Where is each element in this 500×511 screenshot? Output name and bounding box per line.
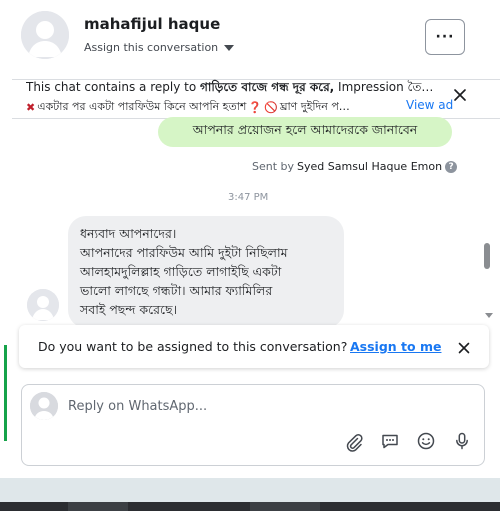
sender-name: Syed Samsul Haque Emon (297, 160, 443, 173)
microphone-icon[interactable] (452, 431, 472, 451)
ad-reply-prefix: This chat contains a reply to (26, 80, 200, 94)
caret-down-icon (224, 44, 235, 51)
ad-snippet-text-2: ঘ্রাণ দুইদিন প… (279, 100, 350, 113)
message-timestamp: 3:47 PM (228, 192, 269, 203)
default-avatar-icon (27, 289, 59, 321)
info-icon[interactable]: ? (445, 160, 458, 173)
prohibited-icon: 🚫 (264, 101, 278, 114)
taskbar-item[interactable] (68, 502, 128, 511)
taskbar-item[interactable] (250, 502, 320, 511)
question-mark-icon: ❓ (248, 101, 263, 114)
close-icon[interactable] (456, 340, 472, 356)
message-line: আলহামদুলিল্লাহ গাড়িতে লাগাইছি একটা (80, 264, 282, 279)
default-avatar-icon (21, 11, 69, 59)
message-line: ভালো লাগছে গন্ধটা। আমার ফ্যামিলির (80, 283, 273, 298)
incoming-message: ধন্যবাদ আপনাদের। আপনাদের পারফিউম আমি দুই… (68, 216, 344, 328)
reply-input[interactable] (64, 392, 372, 420)
paperclip-icon[interactable] (344, 432, 364, 452)
close-icon[interactable] (452, 87, 468, 103)
view-ad-link[interactable]: View ad (404, 98, 454, 112)
comment-icon[interactable] (380, 431, 400, 451)
scroll-down-arrow-icon[interactable] (485, 313, 493, 318)
accent-strip (4, 345, 7, 441)
ad-reply-title: This chat contains a reply to গাড়িতে বা… (26, 79, 492, 99)
outgoing-message: আপনার প্রয়োজন হলে আমাদেরকে জানাবেন (158, 117, 452, 147)
emoji-icon[interactable] (416, 431, 436, 451)
ad-snippet-text: একটার পর একটা পারফিউম কিনে আপনি হতাশ (37, 100, 247, 113)
ad-title: গাড়িতে বাজে গন্ধ দূর করে, (199, 80, 335, 94)
message-line: সবাই পছন্দ করেছে। (80, 302, 178, 317)
assign-prompt-question: Do you want to be assigned to this conve… (38, 339, 348, 354)
more-options-button[interactable]: ··· (425, 19, 465, 55)
contact-name: mahafijul haque (84, 15, 221, 33)
assign-conversation-label: Assign this conversation (84, 41, 219, 54)
ad-reply-snippet: ✖ একটার পর একটা পারফিউম কিনে আপনি হতাশ ❓… (26, 98, 456, 117)
cross-mark-icon: ✖ (26, 101, 36, 114)
message-line: আপনাদের পারফিউম আমি দুইটা নিছিলাম (80, 245, 288, 260)
incoming-sender-avatar (27, 289, 59, 321)
page-footer (0, 478, 500, 502)
assign-conversation-dropdown[interactable]: Assign this conversation (84, 41, 235, 54)
message-line: ধন্যবাদ আপনাদের। (80, 226, 177, 241)
sent-by-prefix: Sent by (252, 160, 295, 173)
contact-avatar[interactable] (21, 11, 69, 59)
default-avatar-icon (30, 392, 58, 420)
scrollbar-thumb[interactable] (484, 243, 490, 269)
os-taskbar (0, 502, 500, 511)
composer-avatar (30, 392, 58, 420)
ad-title-suffix: Impression তৈ… (334, 80, 434, 94)
assign-to-me-link[interactable]: Assign to me (350, 339, 441, 354)
sent-by-line: Sent by Syed Samsul Haque Emon ? (252, 160, 458, 173)
